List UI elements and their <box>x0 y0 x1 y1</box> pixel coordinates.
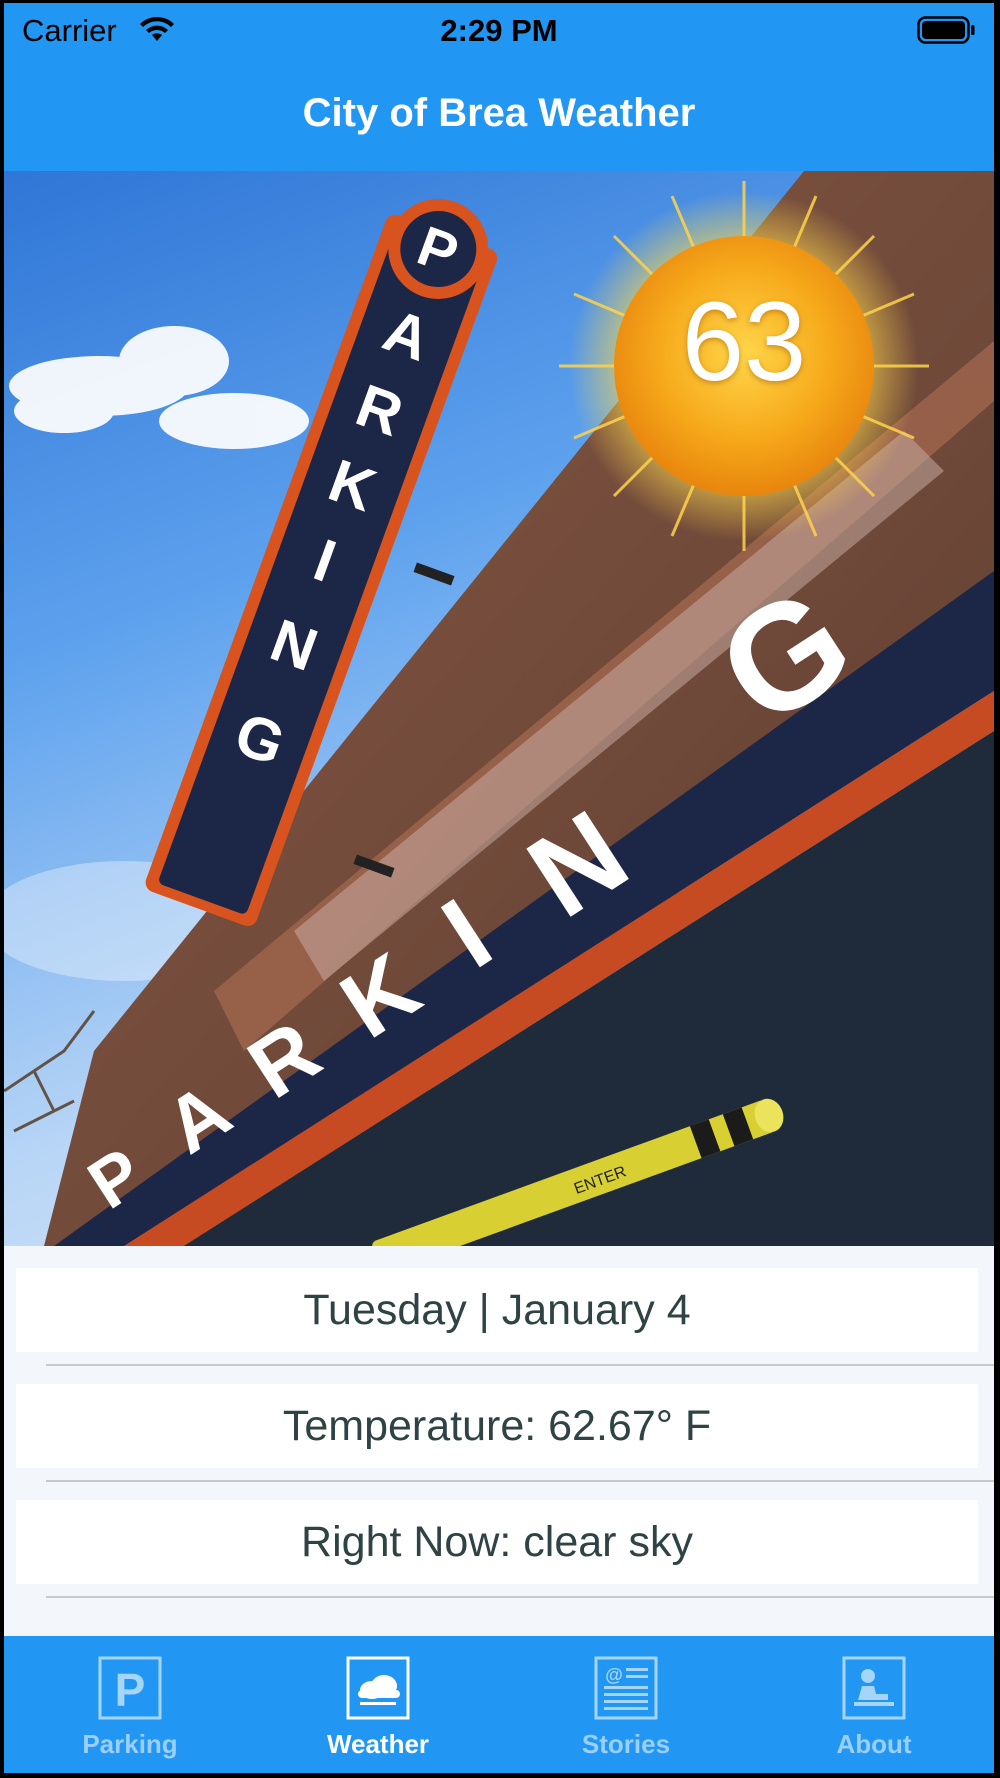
temperature-label: Temperature: 62.67° F <box>282 1401 712 1450</box>
status-bar: Carrier 2:29 PM <box>4 3 994 59</box>
page-title: City of Brea Weather <box>302 91 696 135</box>
app-screen: Carrier 2:29 PM City of Brea Weather P A… <box>4 3 994 1773</box>
parking-garage-photo: P A R K I N G ENTER P A R K I N G <box>4 171 994 1246</box>
tab-parking[interactable]: P Parking <box>6 1636 254 1773</box>
svg-text:P: P <box>115 1664 146 1716</box>
weather-details-list: Tuesday | January 4 Temperature: 62.67° … <box>4 1246 994 1636</box>
temperature-row: Temperature: 62.67° F <box>16 1384 978 1468</box>
tab-about[interactable]: About <box>750 1636 994 1773</box>
parking-icon: P <box>98 1656 162 1720</box>
conditions-label: Right Now: clear sky <box>301 1517 693 1566</box>
tab-label: Weather <box>326 1729 430 1759</box>
tab-label: About <box>836 1729 912 1759</box>
weather-icon <box>346 1656 410 1720</box>
tab-label: Stories <box>581 1729 671 1759</box>
cloud <box>9 326 309 449</box>
battery-icon <box>917 16 975 44</box>
status-time: 2:29 PM <box>440 13 558 48</box>
temperature-badge: 63 <box>681 279 807 404</box>
conditions-row: Right Now: clear sky <box>16 1500 978 1584</box>
svg-text:@: @ <box>605 1665 623 1685</box>
row-separator <box>46 1364 994 1366</box>
tab-bar: P Parking Weather @ Stories About <box>4 1636 994 1773</box>
header-area: Carrier 2:29 PM City of Brea Weather <box>4 3 994 171</box>
date-label: Tuesday | January 4 <box>303 1285 691 1334</box>
about-icon <box>842 1656 906 1720</box>
row-separator <box>46 1596 994 1598</box>
row-separator <box>46 1480 994 1482</box>
stories-icon: @ <box>594 1656 658 1720</box>
tab-weather[interactable]: Weather <box>254 1636 502 1773</box>
tab-label: Parking <box>82 1729 178 1759</box>
hero-image: P A R K I N G ENTER P A R K I N G 63 <box>4 171 994 1246</box>
date-row: Tuesday | January 4 <box>16 1268 978 1352</box>
tab-stories[interactable]: @ Stories <box>502 1636 750 1773</box>
